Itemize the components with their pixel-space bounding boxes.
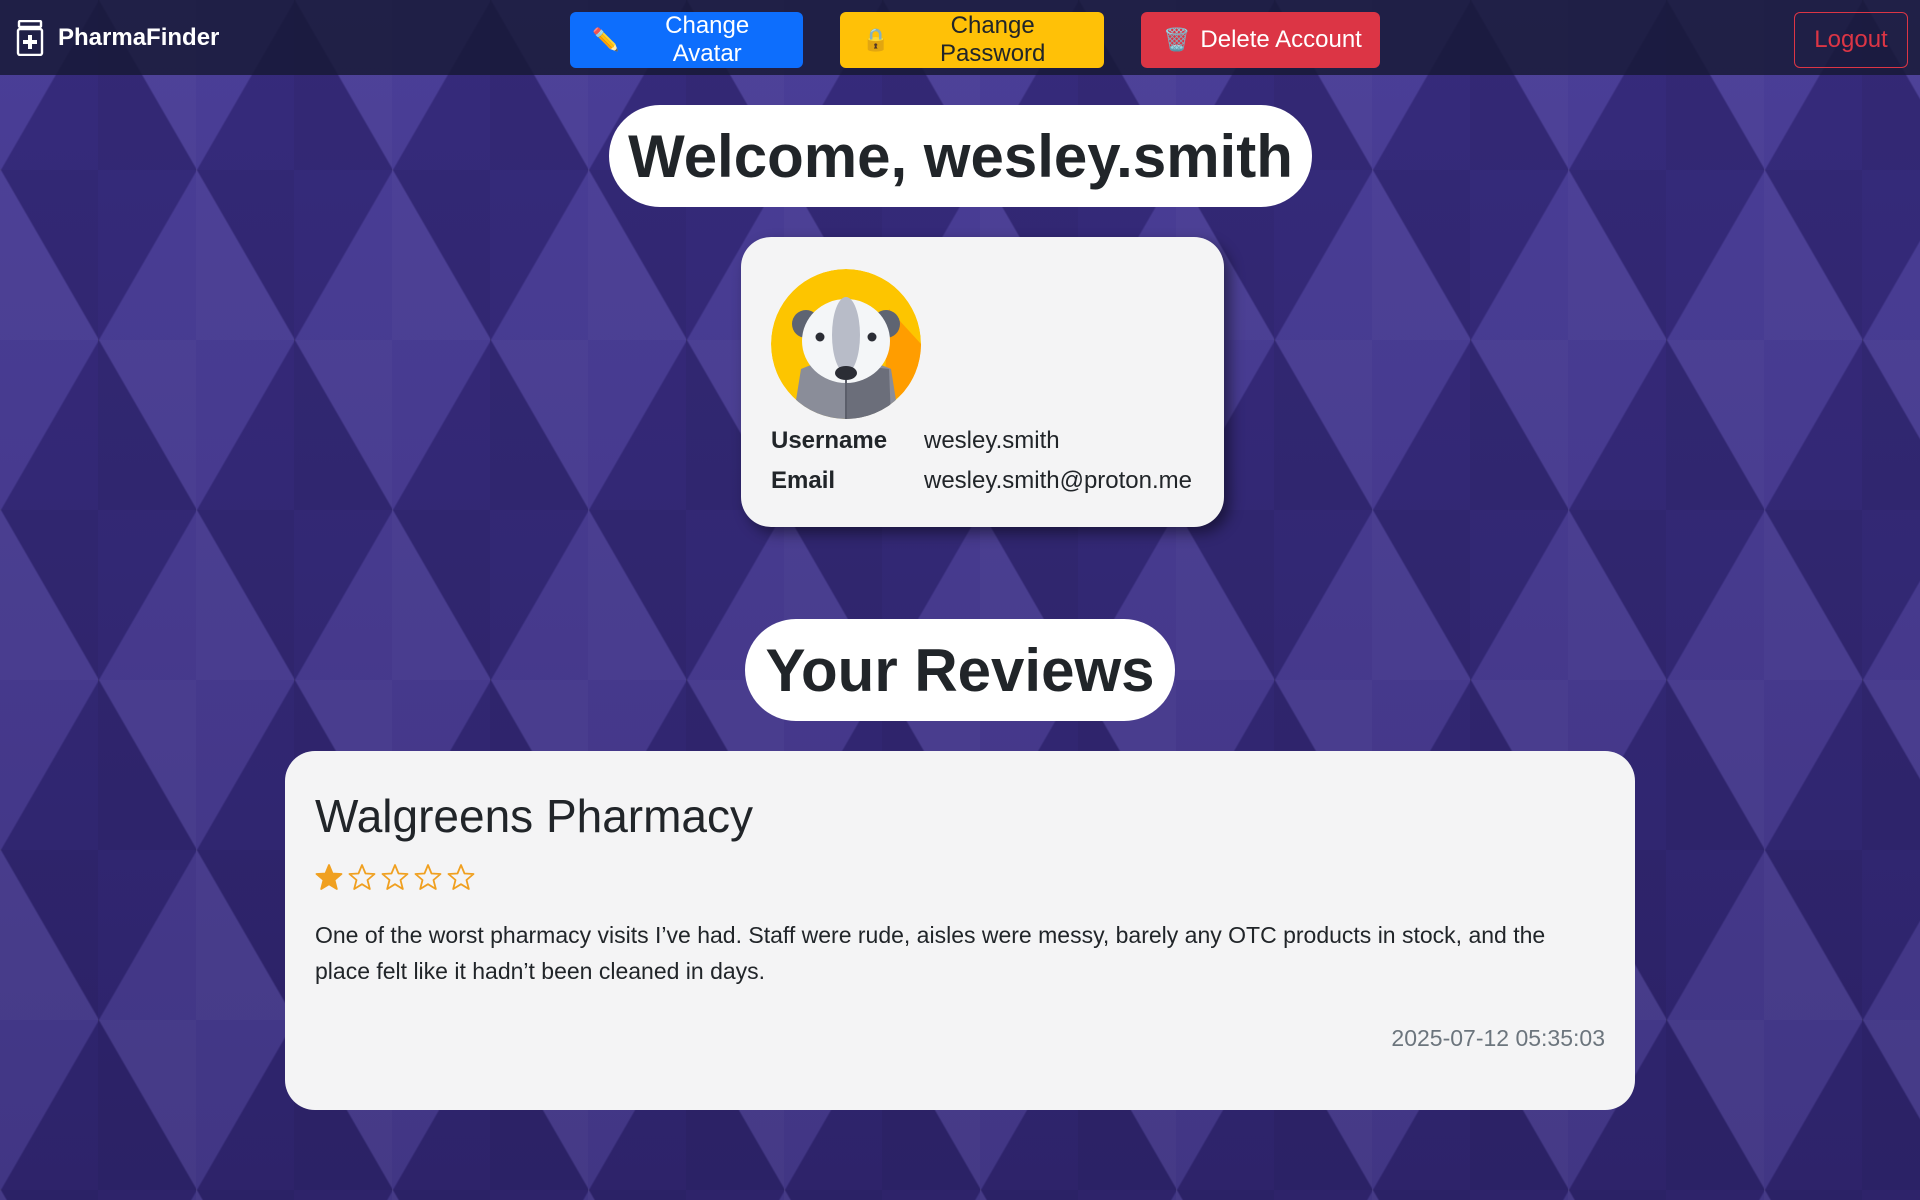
medicine-bottle-icon <box>16 20 44 56</box>
logout-button[interactable]: Logout <box>1794 12 1908 68</box>
profile-card: Username wesley.smith Email wesley.smith… <box>741 237 1224 527</box>
email-value: wesley.smith@proton.me <box>924 467 1193 494</box>
navbar: PharmaFinder ✏️ Change Avatar 🔒 Change P… <box>0 0 1920 75</box>
brand[interactable]: PharmaFinder <box>16 20 219 56</box>
star-rating <box>315 863 1605 891</box>
profile-info: Username wesley.smith Email wesley.smith… <box>771 427 1194 495</box>
email-label: Email <box>771 467 836 494</box>
review-card: Walgreens Pharmacy One of the worst phar… <box>285 751 1635 1110</box>
review-date: 2025-07-12 05:35:03 <box>1391 1025 1605 1051</box>
star-empty-icon <box>348 864 376 890</box>
lock-icon: 🔒 <box>862 27 890 52</box>
review-text: One of the worst pharmacy visits I’ve ha… <box>315 922 1546 984</box>
username-label: Username <box>771 427 888 454</box>
change-avatar-label: Change Avatar <box>665 12 750 67</box>
star-empty-icon <box>381 864 409 890</box>
reviews-heading: Your Reviews <box>745 619 1175 721</box>
delete-account-label: Delete Account <box>1200 26 1362 53</box>
welcome-heading: Welcome, wesley.smith <box>609 105 1312 207</box>
change-password-button[interactable]: 🔒 Change Password <box>840 12 1104 68</box>
change-avatar-button[interactable]: ✏️ Change Avatar <box>570 12 803 68</box>
brand-name: PharmaFinder <box>58 24 220 51</box>
delete-account-button[interactable]: 🗑️ Delete Account <box>1141 12 1380 68</box>
star-empty-icon <box>414 864 442 890</box>
username-value: wesley.smith <box>924 427 1060 454</box>
pencil-icon: ✏️ <box>592 27 620 52</box>
account-actions: ✏️ Change Avatar 🔒 Change Password 🗑️ De… <box>570 12 1380 68</box>
badger-avatar-icon <box>771 269 921 419</box>
avatar <box>771 269 921 419</box>
trash-icon: 🗑️ <box>1163 27 1191 52</box>
star-filled-icon <box>315 864 343 890</box>
change-password-label: Change Password <box>940 12 1046 67</box>
review-pharmacy-name: Walgreens Pharmacy <box>315 790 754 842</box>
star-empty-icon <box>447 864 475 890</box>
